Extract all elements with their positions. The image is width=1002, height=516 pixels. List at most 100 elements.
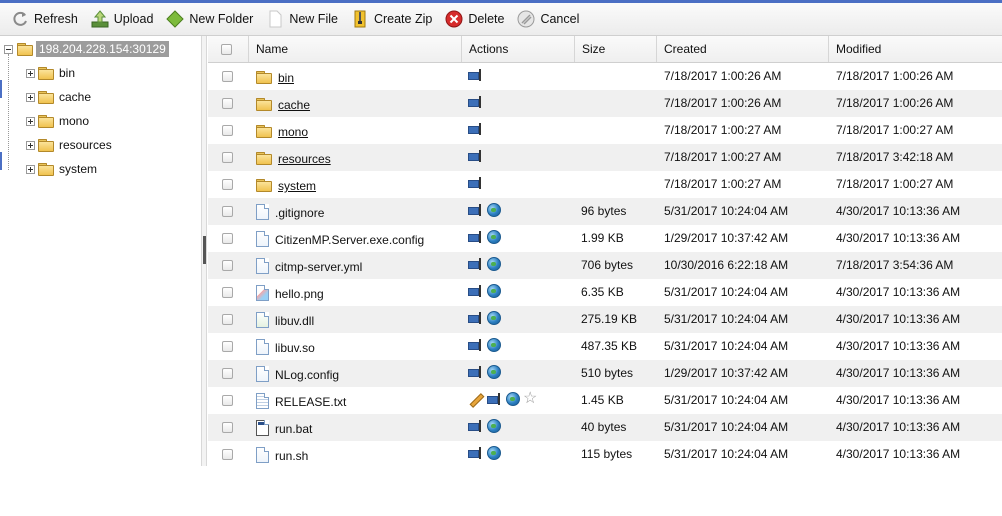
upload-button[interactable]: Upload bbox=[90, 7, 153, 31]
globe-icon[interactable] bbox=[487, 364, 501, 379]
table-row[interactable]: run.sh 115 bytes 5/31/2017 10:24:04 AM 4/30… bbox=[208, 441, 1002, 468]
folder-name-link[interactable]: system bbox=[278, 179, 316, 193]
expand-icon[interactable] bbox=[26, 116, 35, 126]
rename-icon[interactable] bbox=[468, 257, 484, 270]
row-checkbox[interactable] bbox=[222, 152, 233, 164]
rename-icon[interactable] bbox=[468, 419, 484, 432]
folder-name-link[interactable]: mono bbox=[278, 125, 308, 139]
file-name[interactable]: .gitignore bbox=[275, 206, 324, 220]
folder-name-link[interactable]: resources bbox=[278, 152, 331, 166]
globe-icon[interactable] bbox=[487, 202, 501, 217]
row-checkbox[interactable] bbox=[222, 71, 233, 83]
new-file-button[interactable]: New File bbox=[265, 7, 338, 31]
folder-name-link[interactable]: cache bbox=[278, 98, 310, 112]
row-checkbox[interactable] bbox=[222, 287, 233, 299]
file-name[interactable]: CitizenMP.Server.exe.config bbox=[275, 233, 424, 247]
globe-icon[interactable] bbox=[487, 283, 501, 298]
row-checkbox[interactable] bbox=[222, 368, 233, 380]
row-checkbox[interactable] bbox=[222, 395, 233, 407]
globe-icon[interactable] bbox=[487, 337, 501, 352]
file-name[interactable]: RELEASE.txt bbox=[275, 395, 346, 409]
rename-icon[interactable] bbox=[468, 95, 484, 108]
expand-icon[interactable] bbox=[26, 164, 35, 174]
globe-icon[interactable] bbox=[487, 418, 501, 433]
rename-icon[interactable] bbox=[468, 338, 484, 351]
refresh-button[interactable]: Refresh bbox=[10, 7, 78, 31]
rename-icon[interactable] bbox=[468, 311, 484, 324]
column-header-actions[interactable]: Actions bbox=[462, 36, 575, 62]
create-zip-button[interactable]: Create Zip bbox=[350, 7, 432, 31]
rename-icon[interactable] bbox=[468, 446, 484, 459]
table-row[interactable]: .gitignore 96 bytes 5/31/2017 10:24:04 AM 4… bbox=[208, 198, 1002, 225]
tree-item-bin[interactable]: bin bbox=[26, 64, 75, 82]
file-name[interactable]: run.bat bbox=[275, 422, 312, 436]
row-checkbox[interactable] bbox=[222, 98, 233, 110]
new-folder-button[interactable]: New Folder bbox=[165, 7, 253, 31]
table-row[interactable]: libuv.so 487.35 KB 5/31/2017 10:24:04 AM 4/… bbox=[208, 333, 1002, 360]
row-checkbox[interactable] bbox=[222, 260, 233, 272]
table-row[interactable]: mono 7/18/2017 1:00:27 AM 7/18/2017 1:00:2… bbox=[208, 117, 1002, 144]
table-row[interactable]: run.bat 40 bytes 5/31/2017 10:24:04 AM 4/30… bbox=[208, 414, 1002, 441]
select-all-checkbox[interactable] bbox=[221, 44, 232, 56]
table-row[interactable]: resources 7/18/2017 1:00:27 AM 7/18/2017 3… bbox=[208, 144, 1002, 171]
expand-icon[interactable] bbox=[26, 68, 35, 78]
table-row[interactable]: cache 7/18/2017 1:00:26 AM 7/18/2017 1:00:… bbox=[208, 90, 1002, 117]
rename-icon[interactable] bbox=[468, 122, 484, 135]
tree-item-label[interactable]: bin bbox=[59, 66, 75, 80]
row-checkbox[interactable] bbox=[222, 233, 233, 245]
collapse-icon[interactable] bbox=[4, 44, 13, 54]
table-row[interactable]: system 7/18/2017 1:00:27 AM 7/18/2017 1:00… bbox=[208, 171, 1002, 198]
row-checkbox[interactable] bbox=[222, 449, 233, 461]
folder-name-link[interactable]: bin bbox=[278, 71, 294, 85]
tree-item-label[interactable]: system bbox=[59, 162, 97, 176]
expand-icon[interactable] bbox=[26, 140, 35, 150]
table-row[interactable]: NLog.config 510 bytes 1/29/2017 10:37:42 A… bbox=[208, 360, 1002, 387]
rename-icon[interactable] bbox=[487, 392, 503, 405]
star-icon[interactable]: ☆ bbox=[523, 390, 539, 407]
tree-item-cache[interactable]: cache bbox=[26, 88, 91, 106]
tree-root-node[interactable]: 198.204.228.154:30129 bbox=[4, 40, 169, 58]
splitter-handle[interactable] bbox=[203, 236, 206, 264]
expand-icon[interactable] bbox=[26, 92, 35, 102]
delete-button[interactable]: Delete bbox=[444, 7, 504, 31]
table-row[interactable]: libuv.dll 275.19 KB 5/31/2017 10:24:04 AM 4… bbox=[208, 306, 1002, 333]
tree-item-label[interactable]: resources bbox=[59, 138, 112, 152]
row-checkbox[interactable] bbox=[222, 341, 233, 353]
table-row[interactable]: bin 7/18/2017 1:00:26 AM 7/18/2017 1:00:26… bbox=[208, 63, 1002, 90]
tree-item-mono[interactable]: mono bbox=[26, 112, 89, 130]
file-name[interactable]: run.sh bbox=[275, 449, 308, 463]
rename-icon[interactable] bbox=[468, 284, 484, 297]
column-header-created[interactable]: Created bbox=[657, 36, 829, 62]
rename-icon[interactable] bbox=[468, 149, 484, 162]
tree-item-label[interactable]: mono bbox=[59, 114, 89, 128]
file-name[interactable]: libuv.dll bbox=[275, 314, 314, 328]
tree-root-label[interactable]: 198.204.228.154:30129 bbox=[36, 41, 169, 57]
row-checkbox[interactable] bbox=[222, 179, 233, 191]
column-header-size[interactable]: Size bbox=[575, 36, 657, 62]
row-checkbox[interactable] bbox=[222, 206, 233, 218]
cancel-button[interactable]: Cancel bbox=[516, 7, 579, 31]
globe-icon[interactable] bbox=[487, 229, 501, 244]
table-row[interactable]: RELEASE.txt ☆ 1.45 KB 5/31/2017 10:24:04 AM… bbox=[208, 387, 1002, 414]
row-checkbox[interactable] bbox=[222, 125, 233, 137]
file-name[interactable]: NLog.config bbox=[275, 368, 339, 382]
rename-icon[interactable] bbox=[468, 176, 484, 189]
pane-splitter[interactable] bbox=[201, 36, 207, 466]
rename-icon[interactable] bbox=[468, 365, 484, 378]
column-header-modified[interactable]: Modified bbox=[829, 36, 1002, 62]
row-checkbox[interactable] bbox=[222, 422, 233, 434]
file-name[interactable]: hello.png bbox=[275, 287, 324, 301]
rename-icon[interactable] bbox=[468, 203, 484, 216]
tree-item-system[interactable]: system bbox=[26, 160, 97, 178]
pencil-icon[interactable] bbox=[468, 392, 484, 406]
table-row[interactable]: citmp-server.yml 706 bytes 10/30/2016 6:22… bbox=[208, 252, 1002, 279]
globe-icon[interactable] bbox=[487, 256, 501, 271]
table-row[interactable]: CitizenMP.Server.exe.config 1.99 KB 1/29/2… bbox=[208, 225, 1002, 252]
rename-icon[interactable] bbox=[468, 230, 484, 243]
file-name[interactable]: citmp-server.yml bbox=[275, 260, 362, 274]
rename-icon[interactable] bbox=[468, 68, 484, 81]
globe-icon[interactable] bbox=[487, 310, 501, 325]
table-row[interactable]: hello.png 6.35 KB 5/31/2017 10:24:04 AM 4/3… bbox=[208, 279, 1002, 306]
tree-item-label[interactable]: cache bbox=[59, 90, 91, 104]
tree-item-resources[interactable]: resources bbox=[26, 136, 112, 154]
